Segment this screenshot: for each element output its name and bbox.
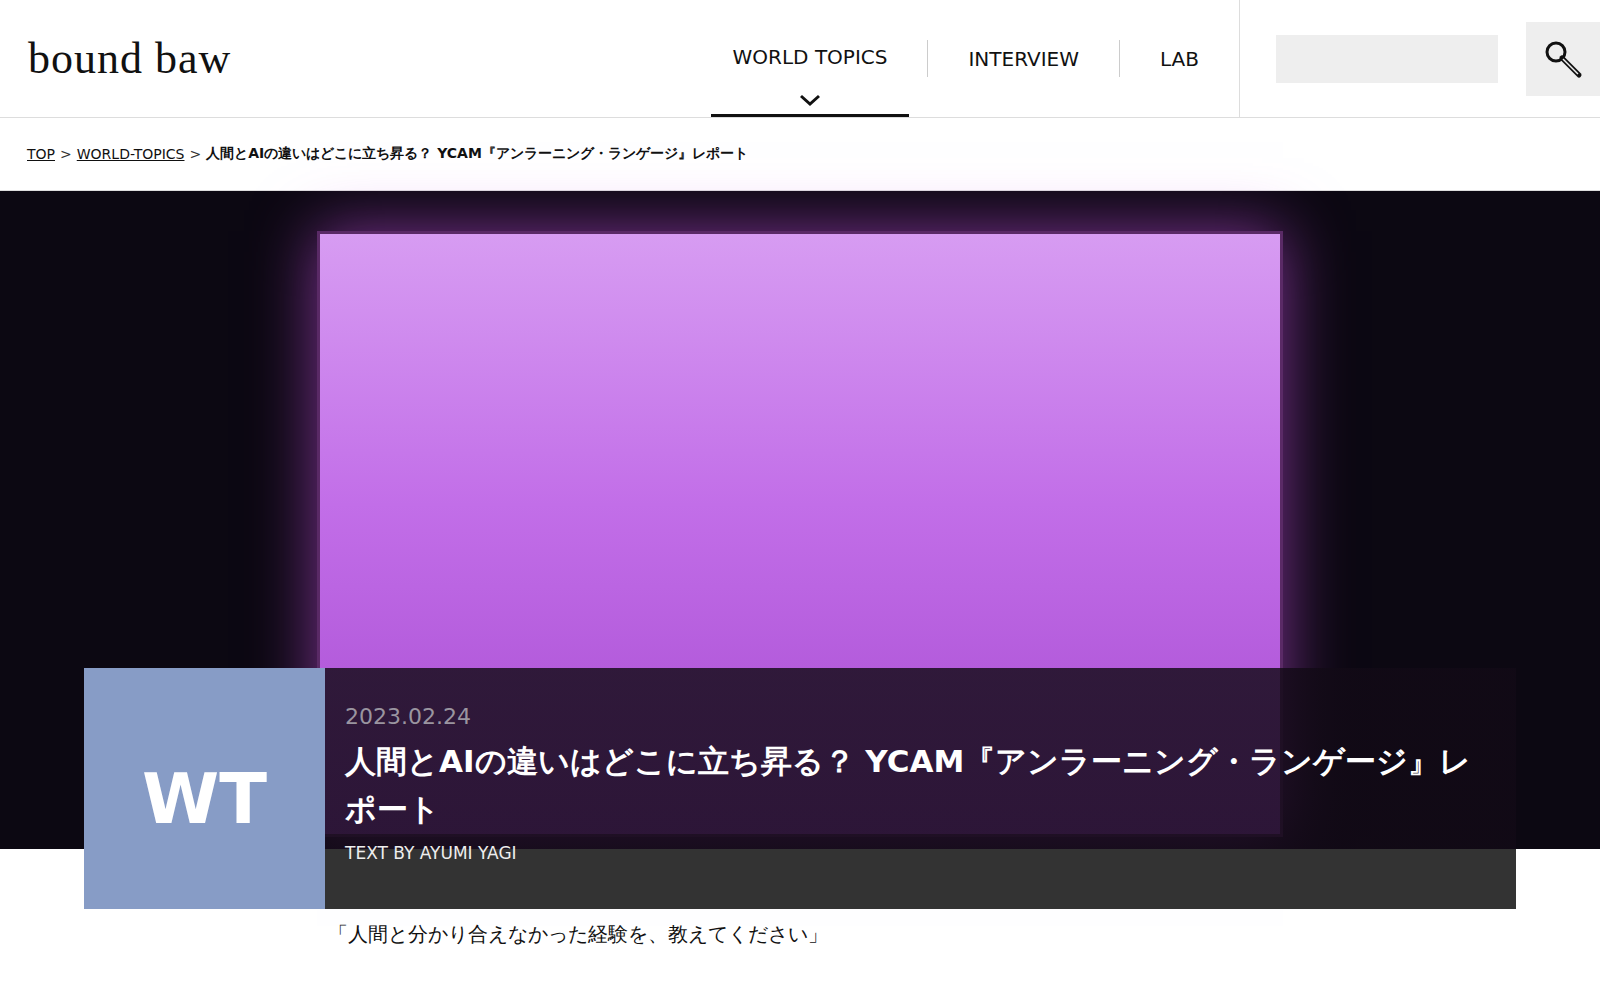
chevron-down-icon: [799, 94, 821, 106]
hero-image: WT 2023.02.24 人間とAIの違いはどこに立ち昇る？ YCAM『アンラ…: [0, 191, 1600, 849]
category-badge: WT: [84, 668, 325, 909]
article-byline: TEXT BY AYUMI YAGI: [345, 843, 1496, 863]
nav-divider: [927, 40, 928, 77]
main-nav: WORLD TOPICS INTERVIEW LAB: [711, 0, 1240, 117]
search-area: [1240, 0, 1600, 117]
logo[interactable]: bound baw: [0, 0, 671, 117]
nav-item[interactable]: LAB: [1138, 0, 1221, 117]
search-button[interactable]: [1526, 22, 1600, 96]
nav-divider: [1119, 40, 1120, 77]
nav-item[interactable]: INTERVIEW: [946, 0, 1101, 117]
breadcrumb-link[interactable]: TOP: [27, 146, 55, 162]
article-date: 2023.02.24: [345, 704, 1496, 729]
lead-paragraph: 「人間と分かり合えなかった経験を、教えてください」: [328, 921, 1600, 948]
nav-item[interactable]: WORLD TOPICS: [711, 0, 910, 117]
magnifier-icon: [1543, 39, 1583, 79]
article-title: 人間とAIの違いはどこに立ち昇る？ YCAM『アンラーニング・ランゲージ』レポー…: [345, 737, 1496, 833]
title-card: WT 2023.02.24 人間とAIの違いはどこに立ち昇る？ YCAM『アンラ…: [84, 668, 1516, 909]
page: bound baw WORLD TOPICS INTERVIEW LAB TOP…: [0, 0, 1600, 948]
search-input[interactable]: [1276, 35, 1498, 83]
breadcrumb-link[interactable]: WORLD-TOPICS: [77, 146, 185, 162]
breadcrumb: TOP> WORLD-TOPICS> 人間とAIの違いはどこに立ち昇る？ YCA…: [0, 118, 1600, 191]
breadcrumb-current: 人間とAIの違いはどこに立ち昇る？ YCAM『アンラーニング・ランゲージ』レポー…: [206, 145, 748, 163]
site-header: bound baw WORLD TOPICS INTERVIEW LAB: [0, 0, 1600, 118]
